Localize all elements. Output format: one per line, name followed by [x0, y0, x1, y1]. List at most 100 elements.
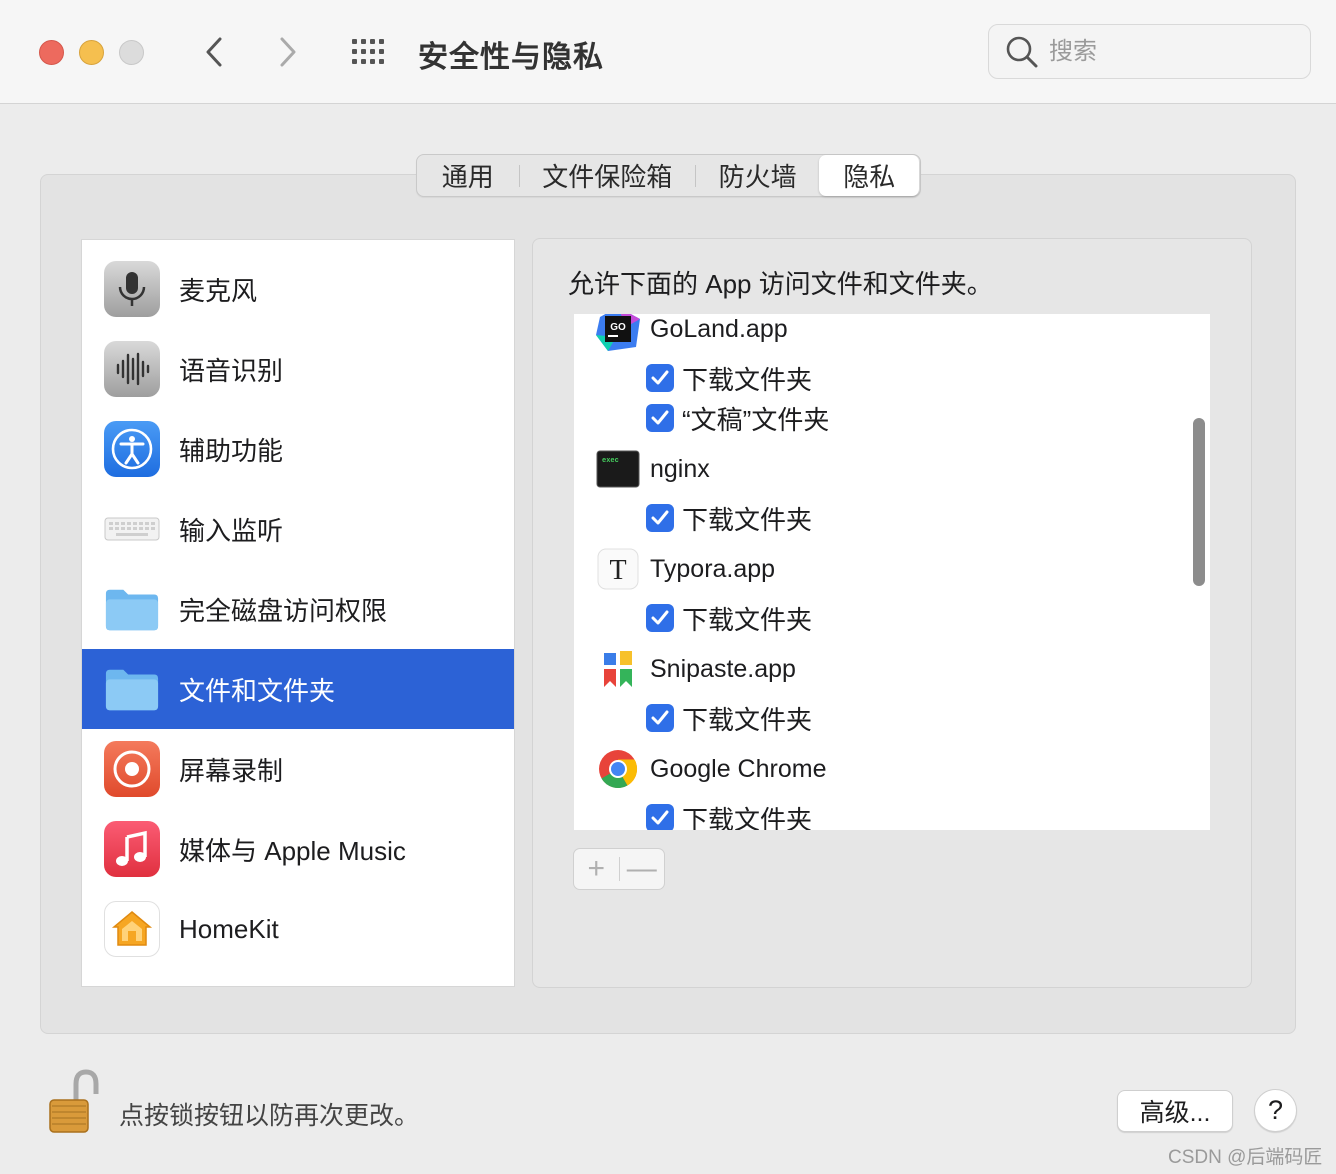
tab-filevault[interactable]: 文件保险箱	[520, 155, 695, 196]
music-icon	[104, 821, 160, 877]
padlock-unlocked-icon	[49, 1069, 99, 1133]
checkmark-icon	[651, 810, 669, 825]
search-box[interactable]	[988, 24, 1311, 79]
sidebar-item-label: 媒体与 Apple Music	[179, 835, 406, 866]
app-row-chrome: Google Chrome	[574, 746, 1194, 792]
permission-checkbox[interactable]	[646, 804, 674, 830]
permission-row: 下载文件夹	[574, 358, 1194, 398]
forward-button[interactable]	[268, 30, 308, 74]
search-input[interactable]	[1049, 37, 1289, 66]
panel-description: 允许下面的 App 访问文件和文件夹。	[568, 269, 993, 299]
advanced-button[interactable]: 高级...	[1117, 1090, 1233, 1132]
remove-button[interactable]: —	[619, 849, 664, 889]
app-row-goland: GO GoLand.app	[574, 314, 1194, 352]
privacy-category-list[interactable]: 麦克风 语音识别 辅助功能 输入监听 完全磁盘访问权限 文件和文件夹 屏幕录制 …	[81, 239, 515, 987]
folder-icon	[104, 661, 160, 717]
chevron-left-icon	[206, 37, 222, 67]
help-button[interactable]: ?	[1254, 1089, 1297, 1132]
permission-checkbox[interactable]	[646, 704, 674, 732]
permission-label: 下载文件夹	[682, 505, 813, 535]
window-title: 安全性与隐私	[418, 41, 604, 74]
sidebar-item-label: 完全磁盘访问权限	[179, 595, 388, 626]
tab-general[interactable]: 通用	[417, 155, 519, 196]
sidebar-item-files-and-folders[interactable]: 文件和文件夹	[82, 649, 514, 729]
list-scrollbar[interactable]	[1193, 418, 1205, 586]
sidebar-item-accessibility[interactable]: 辅助功能	[82, 409, 514, 489]
back-button[interactable]	[194, 30, 234, 74]
app-row-snipaste: Snipaste.app	[574, 646, 1194, 692]
microphone-icon	[104, 261, 160, 317]
sidebar-item-label: 辅助功能	[179, 435, 284, 466]
exec-text: exec	[602, 457, 619, 465]
app-row-typora: T Typora.app	[574, 546, 1194, 592]
home-icon	[104, 901, 160, 957]
sidebar-item-media-apple-music[interactable]: 媒体与 Apple Music	[82, 809, 514, 889]
permission-row: “文稿”文件夹	[574, 398, 1194, 438]
app-permissions-list[interactable]: GO GoLand.app 下载文件夹 “文稿”文件夹 exec nginx 下…	[574, 314, 1210, 830]
permission-row: 下载文件夹	[574, 498, 1194, 538]
tab-privacy[interactable]: 隐私	[819, 155, 920, 196]
add-button[interactable]: +	[574, 849, 619, 889]
app-name: GoLand.app	[650, 314, 788, 343]
checkmark-icon	[651, 510, 669, 525]
permission-row: 下载文件夹	[574, 698, 1194, 738]
accessibility-icon	[104, 421, 160, 477]
permission-row: 下载文件夹	[574, 798, 1194, 830]
keyboard-icon	[104, 501, 160, 557]
grid-icon	[352, 39, 384, 64]
checkmark-icon	[651, 710, 669, 725]
snipaste-icon	[596, 647, 640, 691]
sidebar-item-label: 麦克风	[179, 275, 258, 306]
app-row-nginx: exec nginx	[574, 446, 1194, 492]
app-name: Google Chrome	[650, 754, 827, 783]
screen-recording-icon	[104, 741, 160, 797]
title-bar: 安全性与隐私	[0, 0, 1336, 104]
sidebar-item-speech-recognition[interactable]: 语音识别	[82, 329, 514, 409]
chevron-right-icon	[280, 37, 296, 67]
sidebar-item-label: 文件和文件夹	[179, 675, 336, 706]
close-button[interactable]	[39, 40, 64, 65]
speech-recognition-icon	[104, 341, 160, 397]
permission-label: 下载文件夹	[682, 605, 813, 635]
permission-label: 下载文件夹	[682, 805, 813, 830]
sidebar-item-label: 屏幕录制	[179, 755, 284, 786]
add-remove-control: + —	[573, 848, 665, 890]
permission-row: 下载文件夹	[574, 598, 1194, 638]
sidebar-item-homekit[interactable]: HomeKit	[82, 889, 514, 969]
sidebar-item-label: 语音识别	[179, 355, 284, 386]
sidebar-item-microphone[interactable]: 麦克风	[82, 249, 514, 329]
permission-checkbox[interactable]	[646, 404, 674, 432]
checkmark-icon	[651, 370, 669, 385]
tab-bar: 通用 文件保险箱 防火墙 隐私	[416, 154, 921, 197]
sidebar-item-label: 输入监听	[179, 515, 284, 546]
typora-icon: T	[596, 547, 640, 591]
permission-checkbox[interactable]	[646, 504, 674, 532]
app-name: Snipaste.app	[650, 654, 796, 683]
sidebar-item-screen-recording[interactable]: 屏幕录制	[82, 729, 514, 809]
lock-hint-text: 点按锁按钮以防再次更改。	[119, 1102, 420, 1130]
permission-label: “文稿”文件夹	[682, 405, 830, 435]
chrome-icon	[596, 747, 640, 791]
svg-text:GO: GO	[610, 322, 626, 333]
goland-icon: GO	[596, 314, 640, 351]
checkmark-icon	[651, 610, 669, 625]
sidebar-item-full-disk-access[interactable]: 完全磁盘访问权限	[82, 569, 514, 649]
folder-icon	[104, 581, 160, 637]
sidebar-item-label: HomeKit	[179, 913, 279, 944]
search-icon	[1006, 36, 1038, 67]
typora-letter: T	[609, 555, 626, 586]
app-name: Typora.app	[650, 554, 776, 583]
minimize-button[interactable]	[79, 40, 104, 65]
permission-label: 下载文件夹	[682, 705, 813, 735]
zoom-button[interactable]	[119, 40, 144, 65]
permission-checkbox[interactable]	[646, 604, 674, 632]
permission-checkbox[interactable]	[646, 364, 674, 392]
terminal-exec-icon: exec	[596, 447, 640, 491]
permission-label: 下载文件夹	[682, 365, 813, 395]
show-all-button[interactable]	[348, 36, 392, 68]
lock-button[interactable]	[46, 1068, 102, 1138]
app-name: nginx	[650, 454, 710, 483]
sidebar-item-input-monitoring[interactable]: 输入监听	[82, 489, 514, 569]
tab-firewall[interactable]: 防火墙	[696, 155, 820, 196]
checkmark-icon	[651, 410, 669, 425]
